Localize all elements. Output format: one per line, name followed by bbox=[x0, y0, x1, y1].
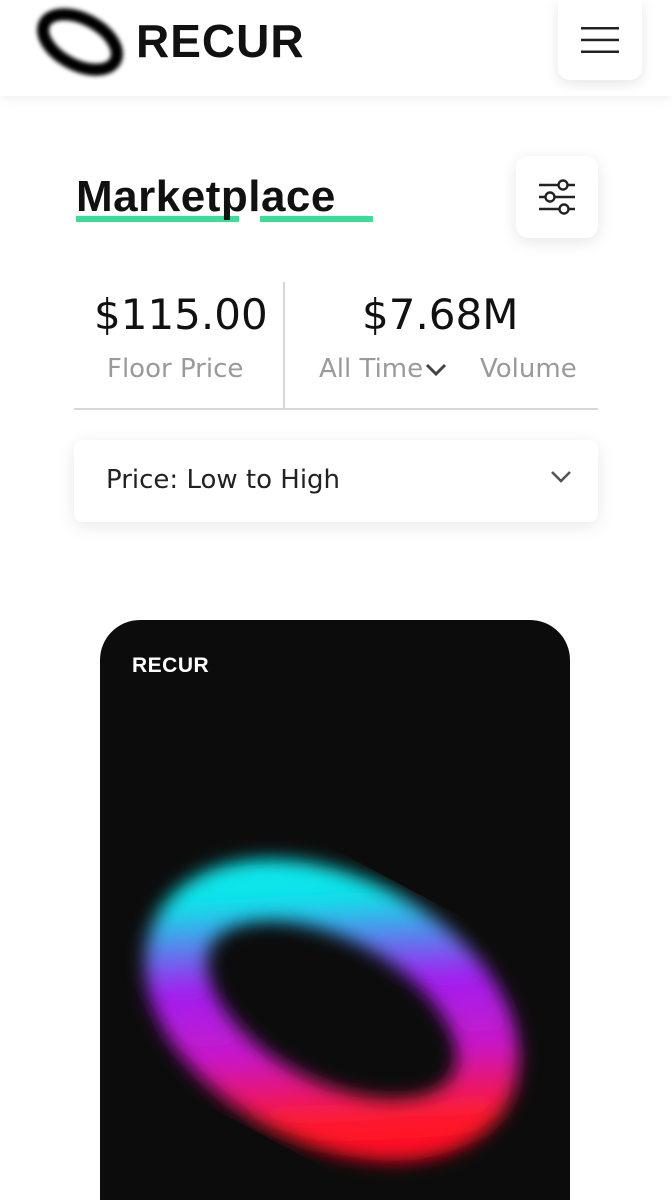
chevron-down-icon bbox=[426, 363, 447, 376]
sort-selected-value: Price: Low to High bbox=[106, 465, 341, 495]
stats-divider bbox=[283, 282, 285, 408]
floor-price-value: $115.00 bbox=[94, 290, 268, 339]
ring-logo-icon[interactable] bbox=[30, 2, 130, 80]
volume-period-selector[interactable]: All Time bbox=[319, 354, 447, 384]
filter-sliders-icon bbox=[539, 179, 575, 215]
gradient-ring-artwork bbox=[145, 859, 519, 1161]
card-brand: RECUR bbox=[132, 654, 210, 677]
nft-card[interactable]: RECUR bbox=[100, 620, 570, 1200]
page-title: Marketplace bbox=[76, 172, 336, 221]
volume-period-label: All Time bbox=[319, 354, 424, 384]
chevron-down-icon bbox=[551, 471, 571, 483]
filter-button[interactable] bbox=[516, 156, 598, 238]
volume-label: Volume bbox=[480, 354, 577, 384]
collection-stats: $115.00 Floor Price $7.68M All Time Volu… bbox=[74, 282, 598, 410]
top-navigation-bar: RECUR bbox=[0, 0, 672, 96]
brand-name[interactable]: RECUR bbox=[136, 14, 305, 68]
hamburger-menu-icon bbox=[581, 27, 619, 53]
menu-button[interactable] bbox=[558, 0, 642, 80]
sort-dropdown[interactable]: Price: Low to High bbox=[74, 440, 598, 522]
floor-price-label: Floor Price bbox=[107, 354, 244, 384]
volume-value: $7.68M bbox=[362, 290, 519, 339]
